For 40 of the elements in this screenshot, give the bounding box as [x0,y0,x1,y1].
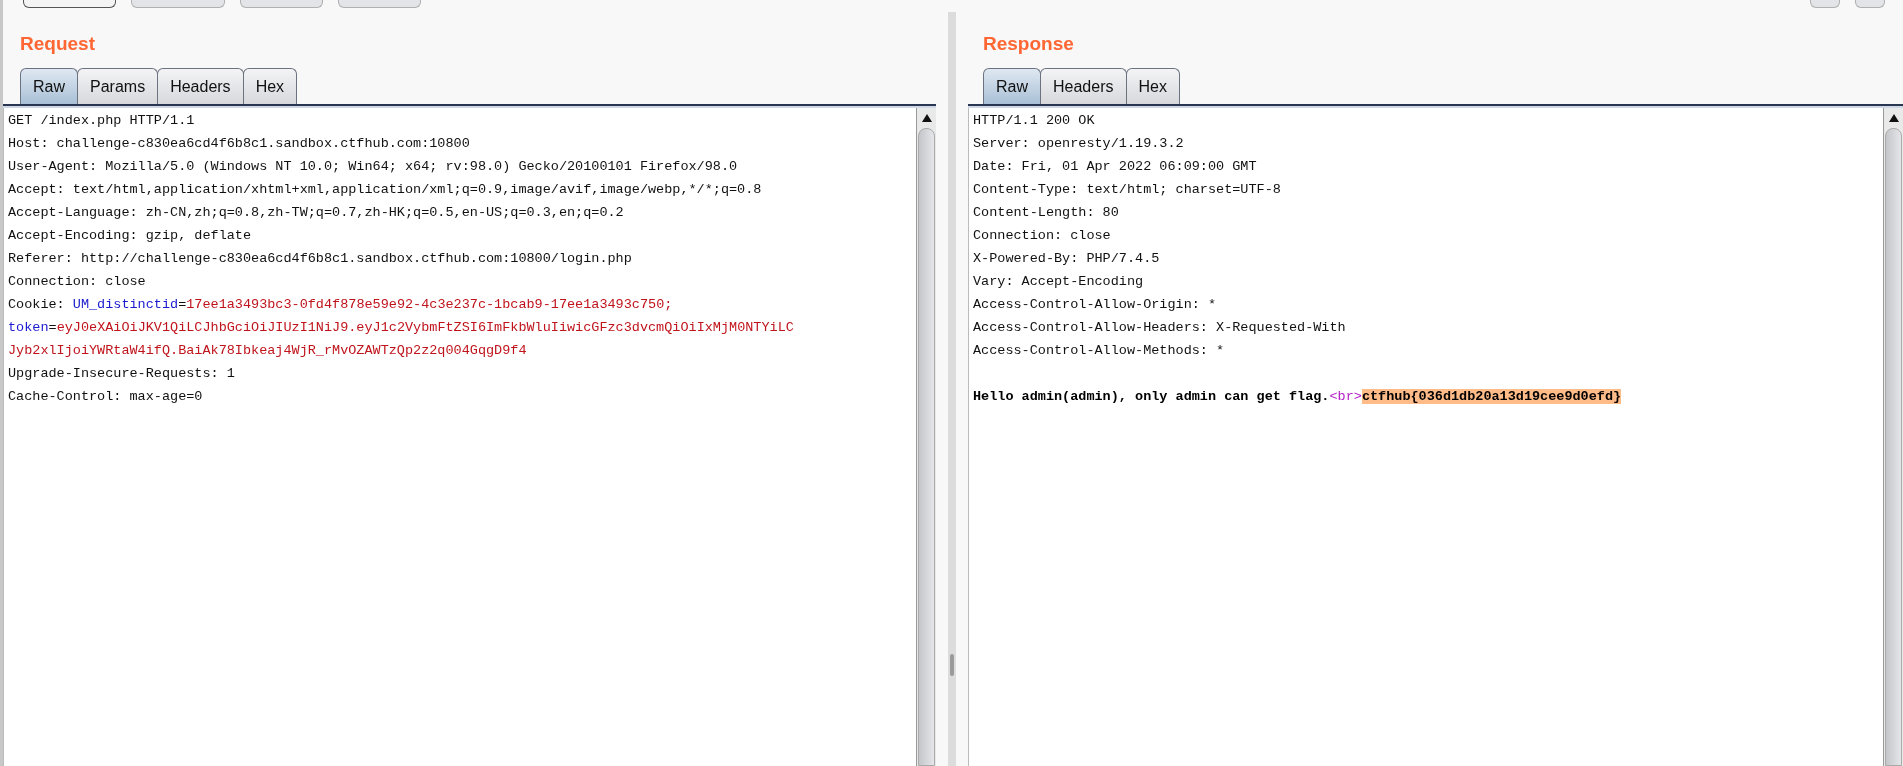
message-line: Connection: close [8,273,146,291]
message-line: Host: challenge-c830ea6cd4f6b8c1.sandbox.ctfhub.com:10800 [8,135,470,153]
message-line: Upgrade-Insecure-Requests: 1 [8,365,235,383]
tab[interactable]: Hex [1125,68,1180,104]
message-line: Hello admin(admin), only admin can get flag.<br>ctfhub{036d1db20a13d19cee9d0efd} [973,388,1622,406]
message-line: Connection: close [973,227,1111,245]
message-line: Cache-Control: max-age=0 [8,388,203,406]
scrollbar-thumb[interactable] [918,128,935,766]
message-line: Access-Control-Allow-Origin: * [973,296,1217,314]
tab[interactable]: Hex [242,68,298,104]
panel-heading: Response [982,34,1074,53]
scrollbar-thumb[interactable] [1885,128,1902,766]
message-line: GET /index.php HTTP/1.1 [8,112,195,130]
message-line: Vary: Accept-Encoding [973,273,1144,291]
message-line: Jyb2xlIjoiYWRtaW4ifQ.BaiAk78Ibkeaj4WjR_rMvOZAWTzQp2z2q004GqgD9f4 [8,342,527,360]
text-editor[interactable] [3,108,916,766]
panel-heading: Request [19,34,95,53]
message-line: Accept-Encoding: gzip, deflate [8,227,252,245]
scrollbar[interactable] [916,108,936,766]
tab[interactable]: Raw [20,68,78,104]
message-line: Cookie: UM_distinctid=17ee1a3493bc3-0fd4f878e59e92-4c3e237c-1bcab9-17ee1a3493c750; [8,296,673,314]
message-line: Date: Fri, 01 Apr 2022 06:09:00 GMT [973,158,1257,176]
tab[interactable]: Raw [983,68,1041,104]
tab[interactable]: Params [77,68,159,104]
message-line: token=eyJ0eXAiOiJKV1QiLCJhbGciOiJIUzI1NiJ9.eyJ1c2VybmFtZSI6ImFkbWluIiwicGFzc3dvcmQiOiIxMjM0NTYiLC [8,319,794,337]
message-line: Accept: text/html,application/xhtml+xml,application/xml;q=0.9,image/avif,image/webp,*/*;q=0.8 [8,181,762,199]
scrollbar[interactable] [1883,108,1903,766]
message-line: HTTP/1.1 200 OK [973,112,1095,130]
message-line: Content-Length: 80 [973,204,1119,222]
message-line: Content-Type: text/html; charset=UTF-8 [973,181,1281,199]
message-line: User-Agent: Mozilla/5.0 (Windows NT 10.0; Win64; x64; rv:98.0) Gecko/20100101 Firefox/98.0 [8,158,738,176]
tab[interactable]: Headers [1040,68,1127,104]
tab[interactable]: Headers [157,68,244,104]
message-line: Server: openresty/1.19.3.2 [973,135,1184,153]
message-line: X-Powered-By: PHP/7.4.5 [973,250,1160,268]
message-line: Accept-Language: zh-CN,zh;q=0.8,zh-TW;q=0.7,zh-HK;q=0.5,en-US;q=0.3,en;q=0.2 [8,204,624,222]
message-line: Referer: http://challenge-c830ea6cd4f6b8c1.sandbox.ctfhub.com:10800/login.php [8,250,632,268]
message-line: Access-Control-Allow-Headers: X-Requested-With [973,319,1346,337]
message-line: Access-Control-Allow-Methods: * [973,342,1225,360]
toolbar-button[interactable] [23,0,116,8]
